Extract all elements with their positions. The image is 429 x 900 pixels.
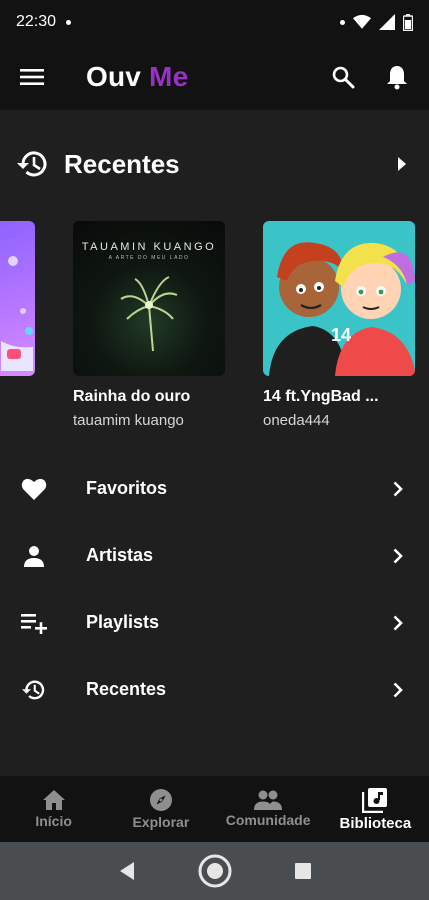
nav-label: Comunidade [225,812,311,828]
recent-card-artist: oneda444 [263,412,330,429]
album-cover: TAUAMIN KUANGO A ARTE DO MEU LADO [73,221,225,376]
chevron-right-icon [393,615,403,631]
nav-item-explorar[interactable]: Explorar [107,776,214,842]
menu-item-favoritos[interactable]: Favoritos [0,455,429,522]
battery-icon [403,13,413,31]
album-cover: 14 [263,221,415,376]
arrow-right-icon[interactable] [397,156,407,172]
people-icon [254,790,283,810]
back-icon[interactable] [118,861,136,881]
menu-item-playlists[interactable]: Playlists [0,589,429,656]
menu-icon[interactable] [18,63,46,91]
cover-number-text: 14 [331,325,352,345]
nav-label: Explorar [132,814,190,830]
history-icon [20,676,48,704]
bell-icon[interactable] [383,63,411,91]
app-title: Ouv Me [86,61,188,93]
recent-carousel[interactable]: TAUAMIN KUANGO A ARTE DO MEU LADO Rainha… [0,221,429,441]
library-music-icon [362,787,388,813]
app-title-accent: Me [149,61,189,92]
wifi-icon [353,14,371,29]
nav-label: Biblioteca [339,814,412,832]
person-icon [20,542,48,570]
recent-card-partial[interactable] [0,221,35,376]
recent-section-header[interactable]: Recentes [0,136,429,192]
chevron-right-icon [393,682,403,698]
recents-square-icon[interactable] [294,862,312,880]
chevron-right-icon [393,548,403,564]
recent-card-artist: tauamim kuango [73,412,184,429]
nav-item-inicio[interactable]: Início [0,776,107,842]
status-time: 22:30 [16,13,57,30]
album-cover [0,221,35,376]
menu-item-label: Favoritos [86,478,168,498]
recent-card[interactable]: TAUAMIN KUANGO A ARTE DO MEU LADO Rainha… [73,221,225,429]
status-bar: 22:30 [0,0,429,44]
playlist-add-icon [20,609,48,637]
menu-item-label: Playlists [86,612,160,632]
nav-item-biblioteca[interactable]: Biblioteca [322,776,429,842]
system-nav-bar [0,842,429,900]
home-circle-icon[interactable] [198,854,232,888]
signal-icon [379,14,395,30]
app-bar: Ouv Me [0,44,429,110]
chevron-right-icon [393,481,403,497]
recent-card-title: 14 ft.YngBad ... [263,388,379,405]
menu-item-label: Recentes [86,679,167,699]
history-icon [17,151,47,177]
nav-item-comunidade[interactable]: Comunidade [215,776,322,842]
compass-icon [149,789,172,811]
search-icon[interactable] [329,63,357,91]
heart-icon [20,475,48,503]
menu-item-label: Artistas [86,545,154,565]
menu-item-recentes[interactable]: Recentes [0,656,429,723]
notification-dot-icon [340,19,345,25]
bottom-nav: Início Explorar Comunidade Biblioteca [0,776,429,842]
nav-label: Início [35,813,72,829]
menu-item-artistas[interactable]: Artistas [0,522,429,589]
home-icon [42,790,65,810]
app-title-main: Ouv [86,61,142,92]
recent-card[interactable]: 14 14 ft.YngBad ... oneda444 [263,221,415,429]
recent-section-title: Recentes [64,148,180,179]
library-menu: Favoritos Artistas Playlists Recentes [0,455,429,723]
recent-card-title: Rainha do ouro [73,388,191,405]
notification-dot-icon [66,19,72,25]
